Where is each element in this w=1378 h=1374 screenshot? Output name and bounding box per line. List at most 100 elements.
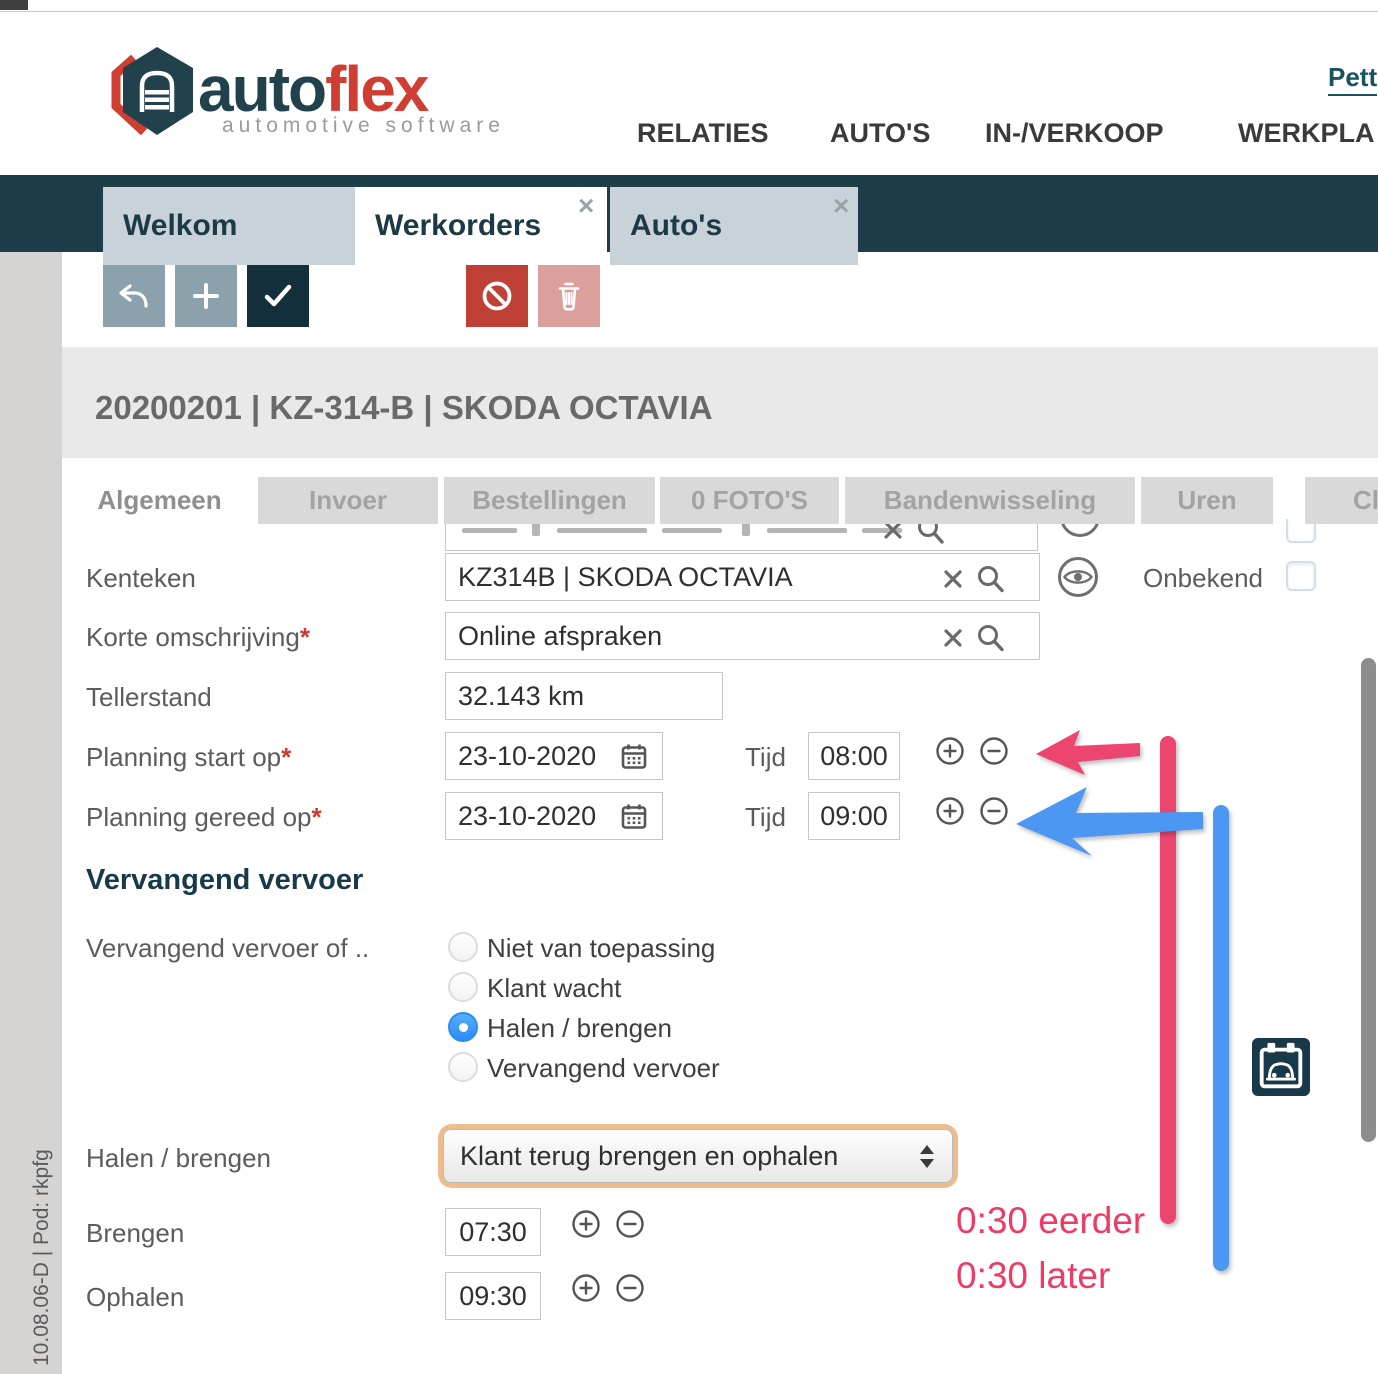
- eye-icon[interactable]: [1056, 555, 1100, 599]
- calendar-icon[interactable]: [618, 740, 650, 772]
- onbekend-checkbox[interactable]: [1286, 561, 1316, 591]
- record-title: 20200201 | KZ-314-B | SKODA OCTAVIA: [95, 389, 713, 427]
- logo-subtitle: automotive software: [222, 114, 505, 138]
- planning-start-time-input[interactable]: [808, 732, 900, 780]
- tab-welkom[interactable]: Welkom: [103, 187, 355, 265]
- onbekend-label: Onbekend: [1143, 563, 1263, 594]
- tijd-label-gereed: Tijd: [745, 802, 786, 833]
- confirm-button[interactable]: [247, 265, 309, 327]
- subtab-bandenwisseling[interactable]: Bandenwisseling: [845, 477, 1135, 524]
- pink-arrow: [1036, 730, 1140, 775]
- calendar-icon[interactable]: [618, 800, 650, 832]
- planning-start-label: Planning start op*: [86, 742, 291, 773]
- planning-gereed-label-text: Planning gereed op: [86, 802, 312, 832]
- planning-gereed-label: Planning gereed op*: [86, 802, 322, 833]
- subtab-checklist-label: Cl: [1353, 485, 1378, 516]
- brengen-minus-icon[interactable]: [615, 1209, 645, 1239]
- tab-autos-label: Auto's: [630, 209, 722, 243]
- brengen-plus-icon[interactable]: [571, 1209, 601, 1239]
- ophalen-plus-icon[interactable]: [571, 1273, 601, 1303]
- radio-niet-van-toepassing[interactable]: [448, 932, 478, 962]
- ophalen-minus-icon[interactable]: [615, 1273, 645, 1303]
- subtab-invoer-label: Invoer: [309, 485, 387, 516]
- start-time-minus-icon[interactable]: [979, 736, 1009, 766]
- gereed-time-plus-icon[interactable]: [935, 796, 965, 826]
- planning-gereed-time-input[interactable]: [808, 792, 900, 840]
- radio-klant-wacht-label: Klant wacht: [487, 973, 621, 1004]
- subtab-uren[interactable]: Uren: [1141, 477, 1273, 524]
- subtab-uren-label: Uren: [1177, 485, 1236, 516]
- tab-autos[interactable]: Auto's: [610, 187, 858, 265]
- autoflex-logo[interactable]: [106, 44, 202, 140]
- nav-in-verkoop[interactable]: IN-/VERKOOP: [985, 118, 1164, 149]
- tab-welkom-label: Welkom: [123, 209, 237, 243]
- start-time-plus-icon[interactable]: [935, 736, 965, 766]
- tab-werkorders-close-icon[interactable]: ×: [578, 192, 594, 220]
- planning-car-button[interactable]: [1252, 1038, 1310, 1096]
- subtab-bestellingen-label: Bestellingen: [472, 485, 627, 516]
- radio-halen-brengen[interactable]: [448, 1012, 478, 1042]
- vervangend-vervoer-heading: Vervangend vervoer: [86, 864, 363, 897]
- planning-gereed-date-value: 23-10-2020: [458, 801, 596, 832]
- undo-button[interactable]: [103, 265, 165, 327]
- subtab-algemeen-label: Algemeen: [97, 485, 221, 516]
- subtab-bandenwisseling-label: Bandenwisseling: [884, 485, 1096, 516]
- radio-halen-brengen-label: Halen / brengen: [487, 1013, 672, 1044]
- tellerstand-label: Tellerstand: [86, 682, 212, 713]
- radio-vervangend-vervoer[interactable]: [448, 1052, 478, 1082]
- check-icon: [258, 276, 298, 316]
- gereed-time-minus-icon[interactable]: [979, 796, 1009, 826]
- select-stepper-icon: [920, 1145, 934, 1168]
- version-pod-note: 10.08.06-D | Pod: rkpfg: [30, 1149, 54, 1366]
- tab-werkorders-label: Werkorders: [375, 209, 541, 243]
- vervangend-vervoer-label: Vervangend vervoer of ..: [86, 933, 369, 964]
- omschrijving-clear-icon[interactable]: [940, 625, 966, 651]
- add-button[interactable]: [175, 265, 237, 327]
- tab-autos-close-icon[interactable]: ×: [833, 192, 849, 220]
- required-mark: *: [281, 742, 291, 772]
- radio-vervangend-vervoer-label: Vervangend vervoer: [487, 1053, 720, 1084]
- subtab-fotos[interactable]: 0 FOTO'S: [660, 477, 839, 524]
- window-top-edge: [0, 0, 1378, 12]
- subtab-algemeen[interactable]: Algemeen: [62, 477, 257, 524]
- brengen-label: Brengen: [86, 1218, 184, 1249]
- required-mark: *: [300, 622, 310, 652]
- nav-werkplaats[interactable]: WERKPLA: [1238, 118, 1375, 149]
- cancel-button[interactable]: [466, 265, 528, 327]
- nav-autos[interactable]: AUTO'S: [830, 118, 930, 149]
- subtab-invoer[interactable]: Invoer: [258, 477, 438, 524]
- trash-icon: [549, 276, 589, 316]
- scrollbar-thumb[interactable]: [1361, 658, 1376, 1142]
- delete-button[interactable]: [538, 265, 600, 327]
- korte-omschrijving-label-text: Korte omschrijving: [86, 622, 300, 652]
- no-entry-icon: [477, 276, 517, 316]
- autoflex-logo-icon: [106, 44, 202, 140]
- radio-klant-wacht[interactable]: [448, 972, 478, 1002]
- subtab-checklist[interactable]: Cl: [1305, 477, 1378, 524]
- halen-brengen-select[interactable]: Klant terug brengen en ophalen: [438, 1124, 958, 1188]
- user-account-link[interactable]: Pett: [1328, 62, 1377, 96]
- brengen-time-input[interactable]: [445, 1208, 541, 1256]
- required-mark: *: [312, 802, 322, 832]
- undo-icon: [114, 276, 154, 316]
- annotation-later-text: 0:30 later: [956, 1255, 1110, 1297]
- plus-icon: [186, 276, 226, 316]
- ophalen-time-input[interactable]: [445, 1272, 541, 1320]
- planning-gereed-date-field[interactable]: 23-10-2020: [445, 792, 663, 840]
- subtab-bestellingen[interactable]: Bestellingen: [444, 477, 655, 524]
- pink-vertical-line: [1160, 736, 1176, 1224]
- planning-start-date-value: 23-10-2020: [458, 741, 596, 772]
- car-calendar-icon: [1253, 1039, 1309, 1095]
- tab-werkorders[interactable]: Werkorders: [355, 187, 607, 265]
- halen-brengen-label: Halen / brengen: [86, 1143, 271, 1174]
- kenteken-search-icon[interactable]: [976, 564, 1006, 594]
- window-corner-fragment: [0, 0, 28, 10]
- ophalen-label: Ophalen: [86, 1282, 184, 1313]
- omschrijving-search-icon[interactable]: [976, 623, 1006, 653]
- halen-brengen-selected-option: Klant terug brengen en ophalen: [460, 1141, 838, 1172]
- planning-start-date-field[interactable]: 23-10-2020: [445, 732, 663, 780]
- kenteken-clear-icon[interactable]: [940, 566, 966, 592]
- nav-relaties[interactable]: RELATIES: [637, 118, 769, 149]
- tellerstand-input[interactable]: [445, 672, 723, 720]
- subtab-fotos-label: 0 FOTO'S: [691, 485, 808, 516]
